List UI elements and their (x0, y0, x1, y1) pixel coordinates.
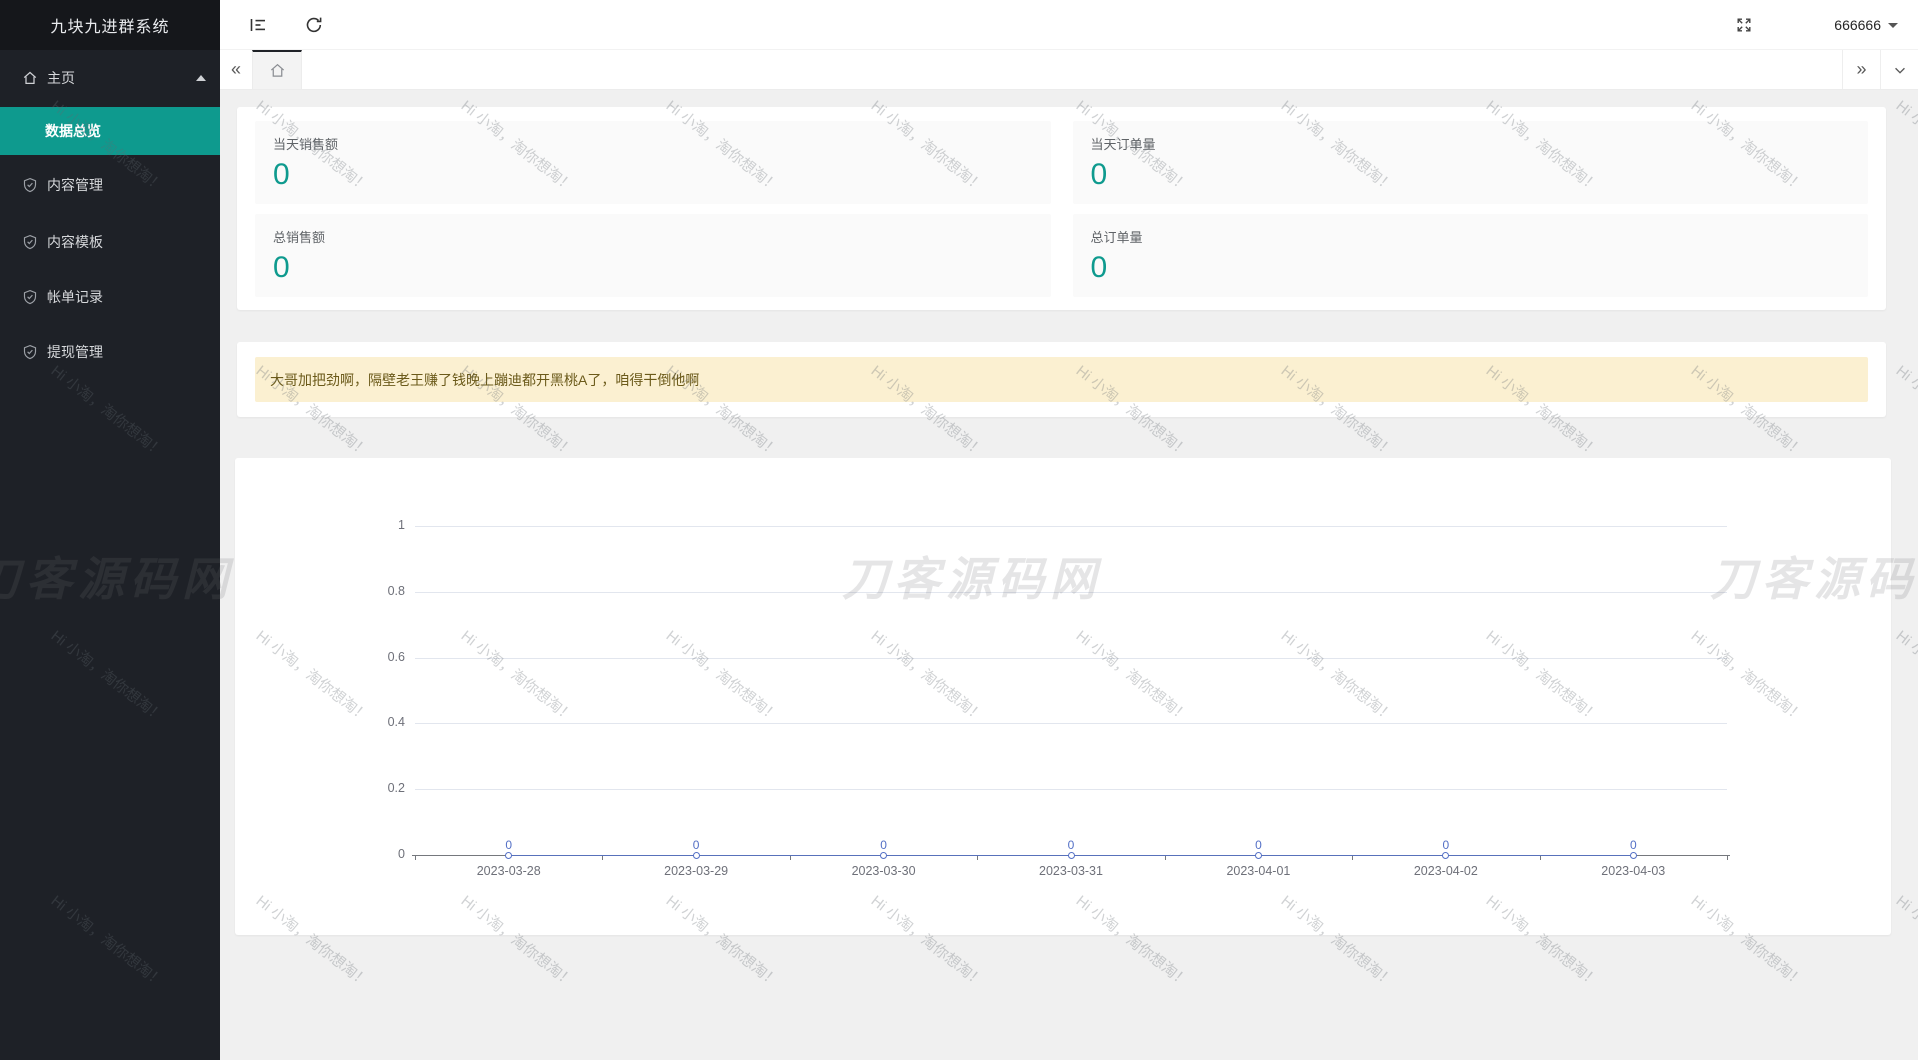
refresh-icon[interactable] (294, 0, 334, 50)
tabs-menu-button[interactable] (1880, 50, 1918, 89)
sidebar-subitem-label: 数据总览 (45, 121, 101, 141)
chart-x-tick-label: 2023-03-29 (646, 864, 746, 878)
tabs-scroll-right-button[interactable]: » (1842, 50, 1880, 89)
tabs-scroll-left-button[interactable]: « (220, 50, 252, 89)
username-label: 666666 (1834, 17, 1881, 33)
topbar: 666666 (220, 0, 1918, 50)
chart-gridline (415, 658, 1727, 659)
chart-panel: 0 0.2 0.4 0.6 0.8 1 2023-03-28 0 2023-03-29 0 2023… (235, 458, 1891, 935)
content: 当天销售额 0 当天订单量 0 总销售额 0 总订单量 0 大哥加把劲啊，隔壁老… (220, 90, 1918, 1060)
home-icon (22, 70, 38, 86)
shield-check-icon (22, 344, 38, 360)
chart-x-tick-label: 2023-03-30 (834, 864, 934, 878)
sidebar-item-withdraw-manage[interactable]: 提现管理 (0, 328, 220, 376)
sidebar-item-label: 主页 (47, 68, 196, 88)
chevron-down-icon (1888, 23, 1898, 28)
stat-card-total-orders: 总订单量 0 (1073, 214, 1869, 297)
app-title: 九块九进群系统 (0, 0, 220, 50)
stat-value: 0 (273, 158, 1033, 191)
stat-card-today-sales: 当天销售额 0 (255, 121, 1051, 204)
stat-card-today-orders: 当天订单量 0 (1073, 121, 1869, 204)
chart-gridline (415, 526, 1727, 527)
chart-y-tick-label: 0 (345, 847, 405, 861)
chart-axis-tick (1727, 855, 1728, 860)
sidebar-item-label: 帐单记录 (47, 287, 206, 307)
sidebar-item-data-overview[interactable]: 数据总览 (0, 107, 220, 155)
chart-point-label: 0 (1248, 838, 1268, 852)
tabbar-spacer (302, 50, 1842, 89)
sidebar-nav: 主页 数据总览 内容管理 内容模板 (0, 54, 220, 376)
chart-point (1255, 852, 1262, 859)
chart-x-tick-label: 2023-03-31 (1021, 864, 1121, 878)
sales-line-chart: 0 0.2 0.4 0.6 0.8 1 2023-03-28 0 2023-03-29 0 2023… (235, 458, 1891, 935)
topbar-right: 666666 (1724, 0, 1918, 50)
chart-point-label: 0 (499, 838, 519, 852)
stat-value: 0 (1091, 158, 1851, 191)
chart-gridline (415, 723, 1727, 724)
chart-point-label: 0 (686, 838, 706, 852)
sidebar-item-billing-records[interactable]: 帐单记录 (0, 273, 220, 321)
shield-check-icon (22, 177, 38, 193)
sidebar-item-content-template[interactable]: 内容模板 (0, 218, 220, 266)
sidebar: 九块九进群系统 主页 数据总览 内容管理 (0, 0, 220, 1060)
chart-x-tick-label: 2023-04-01 (1208, 864, 1308, 878)
stat-label: 总订单量 (1091, 227, 1851, 246)
notice-text: 大哥加把劲啊，隔壁老王赚了钱晚上蹦迪都开黑桃A了，咱得干倒他啊 (270, 370, 699, 390)
chart-y-tick-label: 1 (345, 518, 405, 532)
stat-value: 0 (1091, 251, 1851, 284)
shield-check-icon (22, 234, 38, 250)
sidebar-item-label: 提现管理 (47, 342, 206, 362)
chart-y-tick-label: 0.6 (345, 650, 405, 664)
chart-point (693, 852, 700, 859)
sidebar-item-content-manage[interactable]: 内容管理 (0, 161, 220, 209)
collapse-menu-icon[interactable] (238, 0, 278, 50)
sidebar-item-label: 内容模板 (47, 232, 206, 252)
tab-home[interactable] (252, 50, 302, 89)
chevron-up-icon (196, 75, 206, 81)
notice-panel: 大哥加把劲啊，隔壁老王赚了钱晚上蹦迪都开黑桃A了，咱得干倒他啊 (237, 342, 1886, 417)
sidebar-item-home[interactable]: 主页 (0, 54, 220, 102)
stat-label: 总销售额 (273, 227, 1033, 246)
chart-x-tick-label: 2023-04-02 (1396, 864, 1496, 878)
chart-y-tick-label: 0.8 (345, 584, 405, 598)
chart-axis-tick (415, 855, 416, 860)
chart-x-tick-label: 2023-04-03 (1583, 864, 1683, 878)
stat-card-total-sales: 总销售额 0 (255, 214, 1051, 297)
stat-label: 当天销售额 (273, 134, 1033, 153)
stat-label: 当天订单量 (1091, 134, 1851, 153)
chart-point (880, 852, 887, 859)
chart-gridline (415, 592, 1727, 593)
sidebar-item-label: 内容管理 (47, 175, 206, 195)
chart-x-tick-label: 2023-03-28 (459, 864, 559, 878)
chart-point-label: 0 (874, 838, 894, 852)
chart-point (505, 852, 512, 859)
notice-banner: 大哥加把劲啊，隔壁老王赚了钱晚上蹦迪都开黑桃A了，咱得干倒他啊 (255, 357, 1868, 402)
chart-point-label: 0 (1061, 838, 1081, 852)
stats-panel: 当天销售额 0 当天订单量 0 总销售额 0 总订单量 0 (237, 107, 1886, 310)
chart-y-tick-label: 0.2 (345, 781, 405, 795)
fullscreen-icon[interactable] (1724, 0, 1764, 50)
chart-point-label: 0 (1436, 838, 1456, 852)
chart-gridline (415, 789, 1727, 790)
tabbar: « » (220, 50, 1918, 90)
chart-point-label: 0 (1623, 838, 1643, 852)
chart-point (1630, 852, 1637, 859)
chart-y-tick-label: 0.4 (345, 715, 405, 729)
chart-point (1442, 852, 1449, 859)
home-icon (269, 62, 286, 79)
user-menu[interactable]: 666666 (1824, 0, 1918, 50)
chart-point (1068, 852, 1075, 859)
stat-value: 0 (273, 251, 1033, 284)
shield-check-icon (22, 289, 38, 305)
